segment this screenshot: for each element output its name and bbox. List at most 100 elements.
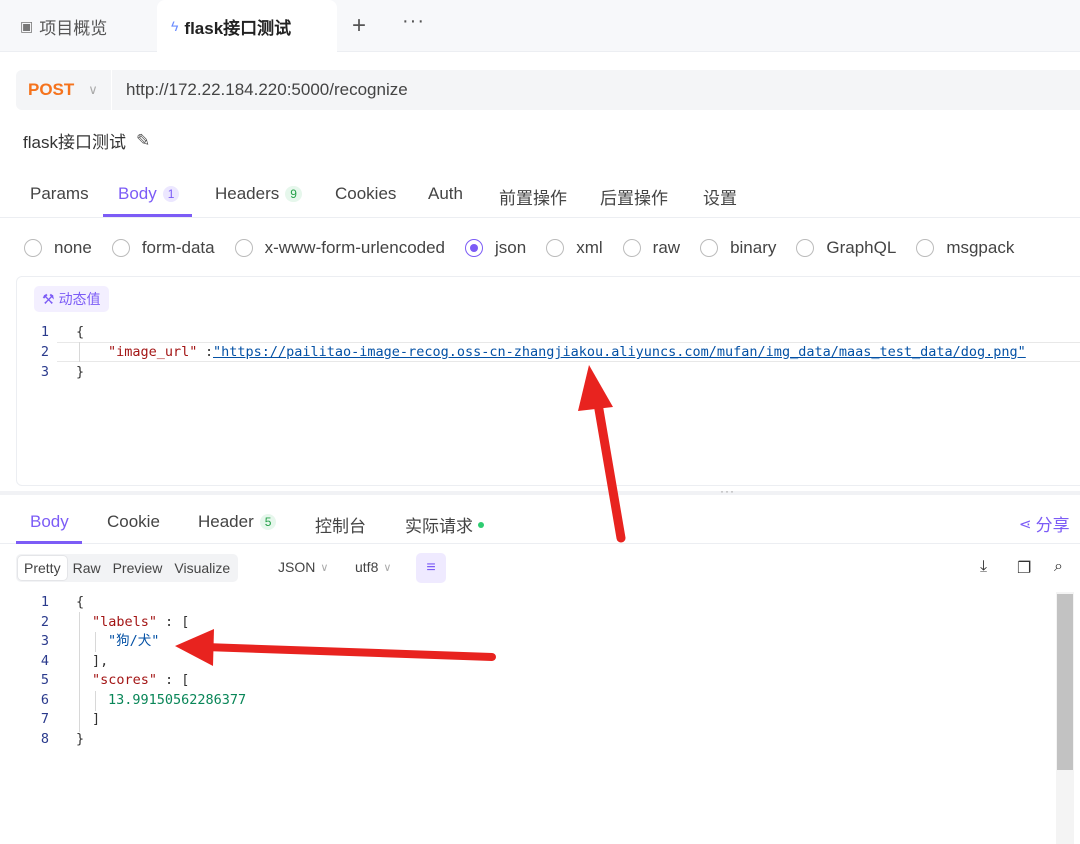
line-number: 1 (40, 324, 49, 340)
image-url-link[interactable]: "https://pailitao-image-recog.oss-cn-zha… (213, 343, 1026, 362)
resp-tab-cookie[interactable]: Cookie (107, 512, 160, 532)
url-bar: POST ∨ http://172.22.184.220:5000/recogn… (16, 70, 1080, 110)
status-dot (478, 521, 484, 528)
line-number: 4 (40, 652, 49, 669)
request-name: flask接口测试 ✎ (23, 128, 150, 153)
radio-circle (796, 239, 815, 257)
tab-auth[interactable]: Auth (428, 184, 463, 204)
request-tabs: Params Body 1 Headers 9 Cookies Auth 前置操作 … (0, 172, 1080, 218)
top-tab-strip: ▣ 项目概览 ϟ flask接口测试 + ··· (0, 0, 1080, 52)
tab-settings[interactable]: 设置 (703, 184, 737, 209)
method-label: POST (28, 80, 75, 99)
search-icon[interactable]: ⌕ (1054, 558, 1063, 576)
tab-body[interactable]: Body 1 (118, 184, 180, 204)
tab-pre-operations[interactable]: 前置操作 (499, 184, 567, 209)
line-number: 8 (40, 730, 49, 747)
tab-label: Body (118, 184, 157, 203)
count-badge: 1 (162, 186, 180, 202)
code-text: } (76, 730, 85, 747)
dynamic-value-button[interactable]: ⚒ 动态值 (34, 286, 109, 312)
code-text: ] (92, 711, 101, 727)
resp-tab-console[interactable]: 控制台 (315, 512, 366, 537)
view-raw[interactable]: Raw (67, 556, 107, 580)
share-icon: ⋖ (1019, 515, 1032, 533)
chevron-down-icon: ∨ (320, 561, 329, 574)
radio-msgpack[interactable]: msgpack (916, 238, 1014, 258)
tab-label: Auth (428, 184, 463, 203)
view-pretty[interactable]: Pretty (18, 556, 67, 580)
chevron-down-icon: ∨ (383, 561, 392, 574)
radio-circle (24, 239, 42, 257)
resp-tab-body[interactable]: Body (30, 512, 69, 532)
view-mode-switch: Pretty Raw Preview Visualize (16, 554, 239, 582)
format-select[interactable]: JSON ∨ (278, 559, 328, 575)
radio-binary[interactable]: binary (700, 238, 776, 258)
json-colon: : (205, 344, 214, 360)
json-string: "狗/犬" (108, 633, 160, 649)
code-text: : [ (165, 672, 190, 688)
tab-post-operations[interactable]: 后置操作 (600, 184, 668, 209)
tab-label: Cookie (107, 512, 160, 531)
tab-cookies[interactable]: Cookies (335, 184, 396, 204)
tab-label: Body (30, 512, 69, 531)
line-number: 2 (40, 344, 49, 360)
line-number: 5 (40, 672, 49, 688)
code-text: : [ (165, 613, 190, 630)
tab-label: Params (30, 184, 89, 203)
json-number: 13.99150562286377 (108, 691, 247, 708)
share-label: 分享 (1035, 516, 1070, 535)
line-number: 2 (40, 613, 49, 630)
tab-label: 后置操作 (600, 189, 668, 208)
download-icon[interactable]: ⤓ (980, 558, 987, 576)
radio-none[interactable]: none (24, 238, 92, 258)
radio-label: form-data (141, 238, 215, 257)
active-tab-indicator (16, 541, 82, 544)
view-visualize[interactable]: Visualize (168, 556, 236, 580)
format-label: JSON (278, 559, 316, 575)
radio-circle (234, 239, 253, 257)
scrollbar-thumb[interactable] (1057, 594, 1073, 770)
code-text: } (76, 364, 85, 380)
new-tab-button[interactable]: + (352, 12, 366, 40)
word-wrap-button[interactable]: ≡ (416, 553, 446, 583)
response-tabs: Body Cookie Header 5 控制台 实际请求 (0, 504, 1080, 544)
method-select[interactable]: POST ∨ (16, 70, 112, 110)
radio-label: xml (576, 238, 603, 257)
radio-raw[interactable]: raw (622, 238, 680, 258)
url-input[interactable]: http://172.22.184.220:5000/recognize (112, 80, 408, 100)
resp-tab-actual-request[interactable]: 实际请求 (405, 512, 484, 537)
edit-pencil-icon[interactable]: ✎ (136, 131, 150, 151)
radio-label: json (495, 238, 527, 257)
drag-handle-icon[interactable]: ··· (720, 484, 735, 498)
radio-form-data[interactable]: form-data (111, 238, 215, 258)
overview-icon: ▣ (20, 17, 34, 34)
radio-graphql[interactable]: GraphQL (796, 238, 896, 258)
chevron-down-icon: ∨ (88, 82, 98, 97)
radio-label: GraphQL (826, 238, 897, 257)
share-button[interactable]: ⋖ 分享 (1019, 511, 1070, 536)
view-preview[interactable]: Preview (107, 556, 169, 580)
tab-label: Headers (215, 184, 280, 203)
radio-label: none (54, 238, 92, 257)
json-key: "scores" (92, 672, 158, 688)
tab-headers[interactable]: Headers 9 (215, 184, 302, 204)
tab-project-overview[interactable]: ▣ 项目概览 (20, 0, 107, 52)
tab-label: 项目概览 (39, 18, 108, 38)
tab-label: Cookies (335, 184, 397, 203)
tab-params[interactable]: Params (30, 184, 89, 204)
json-key: "image_url" (108, 344, 198, 360)
radio-xml[interactable]: xml (546, 238, 603, 258)
radio-circle (700, 239, 719, 257)
panel-splitter[interactable] (0, 491, 1080, 495)
line-number: 3 (40, 364, 49, 380)
radio-json[interactable]: json (465, 238, 526, 258)
tab-label: 控制台 (315, 517, 366, 536)
copy-icon[interactable]: ❐ (1017, 558, 1031, 578)
resp-tab-header[interactable]: Header 5 (198, 512, 277, 532)
body-type-radios: none form-data x-www-form-urlencoded jso… (24, 236, 1034, 260)
tab-flask-api-test[interactable]: ϟ flask接口测试 (157, 0, 337, 52)
radio-x-www-form-urlencoded[interactable]: x-www-form-urlencoded (234, 238, 445, 258)
more-icon[interactable]: ··· (402, 10, 425, 33)
encoding-select[interactable]: utf8 ∨ (355, 559, 391, 575)
response-code: 1 { 2 "labels" : [ 3 "狗/犬" 4 ], 5 "score… (16, 593, 1046, 753)
